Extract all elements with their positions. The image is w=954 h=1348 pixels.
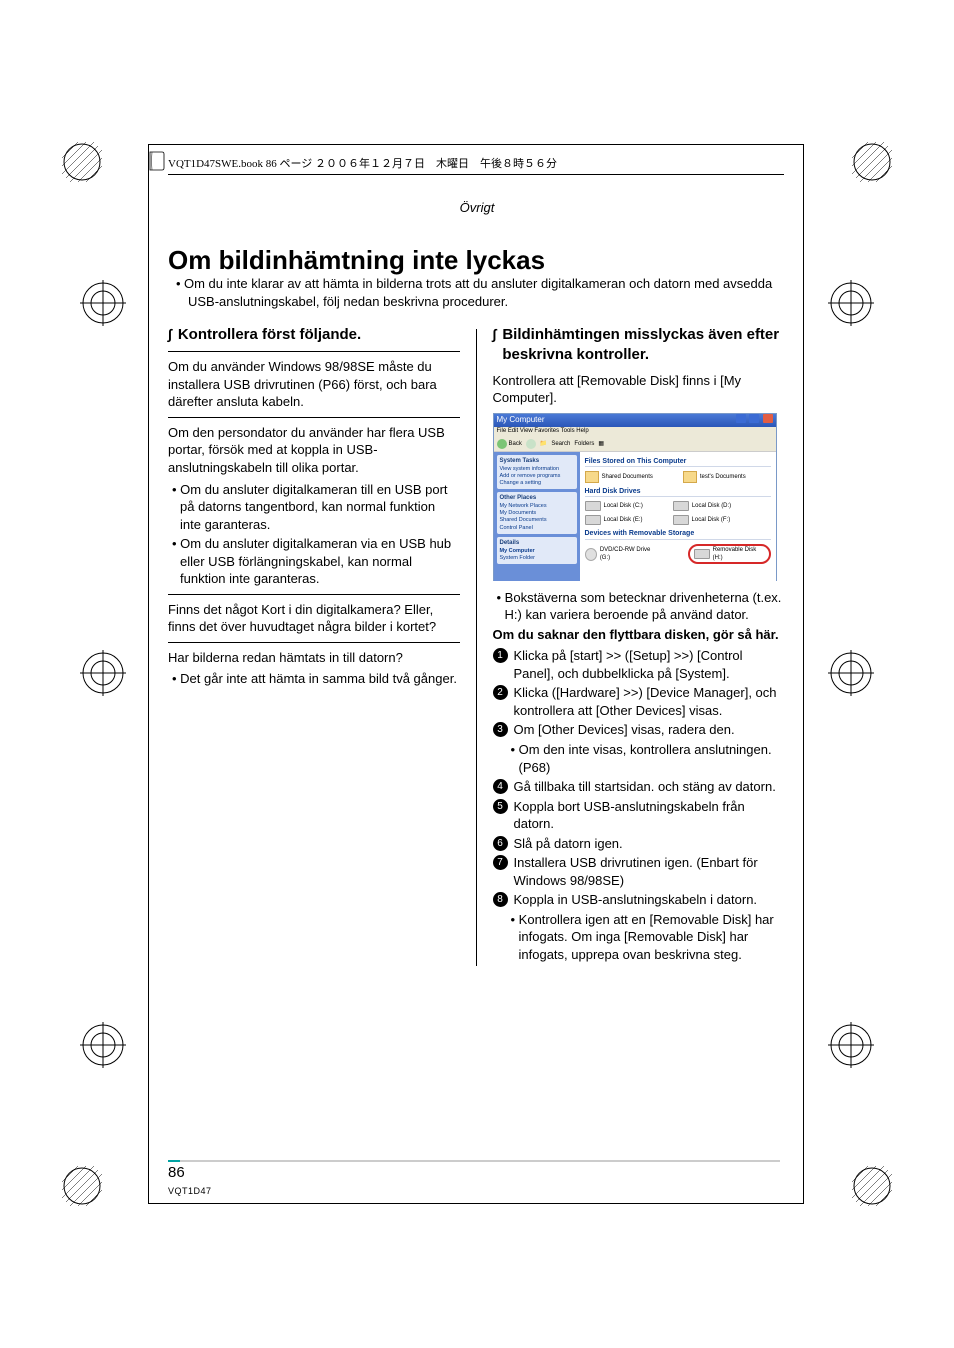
page-number: 86: [168, 1164, 185, 1181]
step-4: 4Gå tillbaka till startsidan. och stäng …: [493, 778, 785, 796]
right-heading: ∫Bildinhämtingen misslyckas även efter b…: [493, 325, 785, 366]
window-title: My Computer: [497, 415, 545, 426]
item-disk-c: Local Disk (C:): [585, 501, 643, 511]
registration-mark-icon: [852, 1166, 892, 1206]
page-title: Om bildinhämtning inte lyckas: [168, 245, 545, 276]
window-buttons: [735, 414, 772, 427]
drive-icon: [673, 515, 689, 525]
folder-icon: [683, 471, 697, 483]
header-rule: [168, 174, 784, 175]
group-hard-disks: Hard Disk Drives: [585, 487, 771, 497]
step-3-sub: Om den inte visas, kontrollera anslutnin…: [493, 741, 785, 776]
item-user-docs: test's Documents: [683, 471, 746, 483]
intro-text: Om du inte klarar av att hämta in bilder…: [184, 276, 772, 309]
page: VQT1D47SWE.book 86 ページ ２００６年１２月７日 木曜日 午後…: [0, 0, 954, 1348]
step-7: 7Installera USB drivrutinen igen. (Enbar…: [493, 854, 785, 889]
section-label: Övrigt: [0, 200, 954, 215]
folder-icon: [585, 471, 599, 483]
my-computer-screenshot: My Computer File Edit View Favorites Too…: [493, 413, 777, 581]
registration-mark-icon: [852, 142, 892, 182]
crosshair-icon: [80, 1022, 126, 1068]
drive-icon: [585, 501, 601, 511]
right-b1: Bokstäverna som betecknar drivenheterna …: [493, 589, 785, 624]
forward-button: [526, 439, 536, 449]
book-icon: [148, 150, 166, 172]
crosshair-icon: [828, 650, 874, 696]
group-removable: Devices with Removable Storage: [585, 529, 771, 539]
step-1: 1Klicka på [start] >> ([Setup] >>) [Cont…: [493, 647, 785, 682]
item-dvd: DVD/CD-RW Drive (G:): [585, 544, 659, 564]
item-removable-disk: Removable Disk (H:): [688, 544, 770, 564]
left-p1: Om du använder Windows 98/98SE måste du …: [168, 358, 460, 411]
col-right: ∫Bildinhämtingen misslyckas även efter b…: [485, 325, 785, 966]
step-3: 3Om [Other Devices] visas, radera den.: [493, 721, 785, 739]
main-pane: Files Stored on This Computer Shared Doc…: [580, 452, 776, 581]
right-bold1: Om du saknar den flyttbara disken, gör s…: [493, 626, 785, 644]
left-b1: Om du ansluter digitalkameran till en US…: [168, 481, 460, 534]
sidebar: System Tasks View system information Add…: [494, 452, 580, 581]
step-8-sub: Kontrollera igen att en [Removable Disk]…: [493, 911, 785, 964]
left-heading: ∫Kontrollera först följande.: [168, 325, 460, 345]
crosshair-icon: [80, 650, 126, 696]
search-button: Search: [551, 440, 570, 448]
columns: ∫Kontrollera först följande. Om du använ…: [168, 325, 784, 966]
drive-icon: [585, 515, 601, 525]
drive-icon: [694, 549, 709, 559]
close-icon: [763, 414, 773, 423]
item-shared-docs: Shared Documents: [585, 471, 653, 483]
back-button: Back: [497, 439, 522, 449]
toolbar: Back 📁 Search Folders ▦: [494, 437, 776, 452]
doc-code: VQT1D47: [168, 1186, 212, 1196]
window-titlebar: My Computer: [494, 414, 776, 427]
crosshair-icon: [80, 280, 126, 326]
col-left: ∫Kontrollera först följande. Om du använ…: [168, 325, 468, 966]
step-6: 6Slå på datorn igen.: [493, 835, 785, 853]
cd-icon: [585, 548, 597, 561]
maximize-icon: [749, 414, 759, 423]
item-disk-f: Local Disk (F:): [673, 515, 731, 525]
drive-icon: [673, 501, 689, 511]
step-8: 8Koppla in USB-anslutningskabeln i dator…: [493, 891, 785, 909]
left-p3: Finns det något Kort i din digitalkamera…: [168, 601, 460, 636]
panel-details: Details My Computer System Folder: [497, 537, 577, 564]
folders-button: Folders: [574, 440, 594, 448]
left-p4: Har bilderna redan hämtats in till dator…: [168, 649, 460, 667]
registration-mark-icon: [62, 1166, 102, 1206]
left-b2: Om du ansluter digitalkameran via en USB…: [168, 535, 460, 588]
left-p2: Om den persondator du använder har flera…: [168, 424, 460, 477]
column-divider: [476, 329, 477, 966]
step-5: 5Koppla bort USB-anslutningskabeln från …: [493, 798, 785, 833]
item-disk-d: Local Disk (D:): [673, 501, 731, 511]
page-footer: 86 VQT1D47: [168, 1160, 780, 1198]
right-p1: Kontrollera att [Removable Disk] finns i…: [493, 372, 785, 407]
item-disk-e: Local Disk (E:): [585, 515, 643, 525]
crosshair-icon: [828, 1022, 874, 1068]
minimize-icon: [736, 414, 746, 423]
crosshair-icon: [828, 280, 874, 326]
group-files-stored: Files Stored on This Computer: [585, 457, 771, 467]
left-b3: Det går inte att hämta in samma bild två…: [168, 670, 460, 688]
up-icon: 📁: [540, 440, 547, 448]
menubar: File Edit View Favorites Tools Help: [494, 427, 776, 437]
intro-paragraph: •Om du inte klarar av att hämta in bilde…: [188, 275, 778, 310]
step-2: 2Klicka ([Hardware] >>) [Device Manager]…: [493, 684, 785, 719]
running-head: VQT1D47SWE.book 86 ページ ２００６年１２月７日 木曜日 午後…: [168, 155, 557, 171]
registration-mark-icon: [62, 142, 102, 182]
views-icon: ▦: [598, 440, 604, 448]
panel-other-places: Other Places My Network Places My Docume…: [497, 492, 577, 534]
panel-system-tasks: System Tasks View system information Add…: [497, 455, 577, 490]
